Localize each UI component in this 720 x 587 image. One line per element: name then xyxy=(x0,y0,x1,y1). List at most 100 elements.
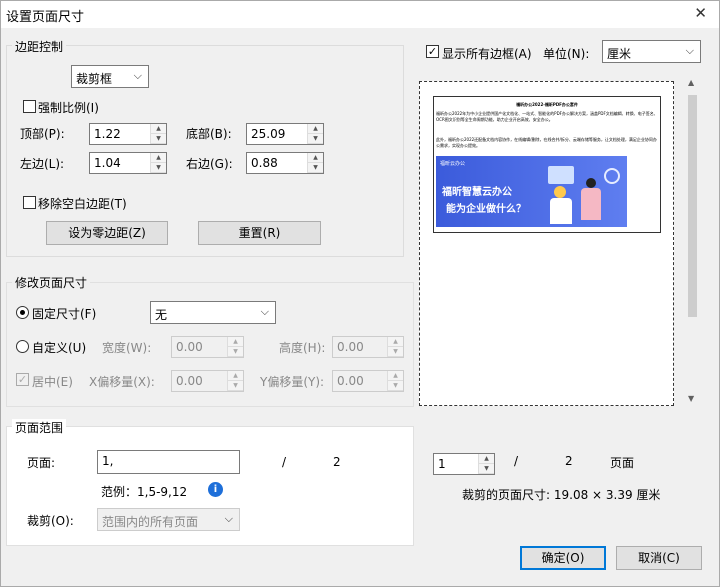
top-margin-input[interactable]: 1.22 ▲ ▼ xyxy=(89,123,167,145)
zero-margin-button[interactable]: 设为零边距(Z) xyxy=(46,221,168,245)
radio-dot xyxy=(20,310,25,315)
spin-arrows[interactable]: ▲ ▼ xyxy=(150,153,166,173)
width-value: 0.00 xyxy=(176,340,203,354)
scroll-thumb[interactable] xyxy=(688,95,697,317)
remove-blank-checkbox[interactable] xyxy=(23,196,36,209)
spin-arrows[interactable]: ▲ ▼ xyxy=(387,337,403,357)
top-value: 1.22 xyxy=(94,127,121,141)
spin-arrows[interactable]: ▲ ▼ xyxy=(227,337,243,357)
page-range-group-label: 页面范围 xyxy=(12,419,67,436)
chevron-down-icon: ⌵ xyxy=(133,69,142,82)
spin-arrows[interactable]: ▲ ▼ xyxy=(307,124,323,144)
person-body-icon xyxy=(550,198,572,224)
chevron-down-icon: ⌵ xyxy=(224,512,233,525)
range-slash: / xyxy=(282,455,287,469)
preview-para-1: 福昕办公2022年为中小企业提供国产化文档化、一站式、智能化的PDF办公解决方案… xyxy=(436,111,658,122)
right-value: 0.88 xyxy=(251,156,278,170)
footer-total: 2 xyxy=(565,454,573,468)
spin-arrows[interactable]: ▲ ▼ xyxy=(387,371,403,391)
close-icon[interactable]: ✕ xyxy=(694,4,707,22)
person-body-icon xyxy=(581,188,601,220)
y-offset-label: Y偏移量(Y): xyxy=(260,375,325,389)
scroll-down-icon[interactable]: ▼ xyxy=(688,394,694,403)
y-offset-input[interactable]: 0.00 ▲ ▼ xyxy=(332,370,404,392)
custom-size-radio[interactable] xyxy=(16,340,29,353)
fixed-size-label: 固定尺寸(F) xyxy=(32,307,97,321)
pages-input[interactable]: 1, xyxy=(97,450,240,474)
show-all-borders-label: 显示所有边框(A) xyxy=(442,47,532,61)
preview-page: 福昕办公2022-福昕PDF办公套件 福昕办公2022年为中小企业提供国产化文档… xyxy=(433,96,661,233)
box-type-value: 裁剪框 xyxy=(76,72,113,86)
center-checkbox[interactable]: ✓ xyxy=(16,373,29,386)
banner-card-icon xyxy=(548,166,574,184)
width-input[interactable]: 0.00 ▲ ▼ xyxy=(171,336,244,358)
preview-banner: 福昕云办公 福昕智慧云办公 能为企业做什么？ xyxy=(436,156,627,227)
window-title: 设置页面尺寸 xyxy=(6,10,85,25)
unit-label: 单位(N): xyxy=(543,47,590,61)
top-label: 顶部(P): xyxy=(20,127,65,141)
bottom-margin-input[interactable]: 25.09 ▲ ▼ xyxy=(246,123,324,145)
pages-value: 1, xyxy=(102,454,114,468)
right-label: 右边(G): xyxy=(186,157,233,171)
chevron-down-icon: ⌵ xyxy=(685,44,694,57)
fixed-size-value: 无 xyxy=(155,308,168,322)
info-icon[interactable]: i xyxy=(208,482,223,497)
spin-arrows[interactable]: ▲ ▼ xyxy=(478,454,494,474)
right-margin-input[interactable]: 0.88 ▲ ▼ xyxy=(246,152,324,174)
preview-scrollbar[interactable]: ▲ ▼ xyxy=(684,75,701,408)
crop-select[interactable]: 范围内的所有页面 ⌵ xyxy=(97,508,240,531)
left-value: 1.04 xyxy=(94,156,121,170)
show-all-borders-checkbox[interactable]: ✓ xyxy=(426,45,439,58)
footer-page-word: 页面 xyxy=(610,456,635,470)
bottom-label: 底部(B): xyxy=(186,127,232,141)
margin-group-label: 边距控制 xyxy=(12,38,67,55)
preview-heading: 福昕办公2022-福昕PDF办公套件 xyxy=(516,102,578,107)
footer-slash: / xyxy=(514,454,519,468)
ring-icon xyxy=(604,168,620,184)
person-head-icon xyxy=(586,178,596,188)
person-head-icon xyxy=(554,186,566,198)
pages-label: 页面: xyxy=(27,456,56,470)
preview-para-2: 此外，福昕办公2022还配备文档内容协作，在线编辑/删除，在线合并/拆分、云端存… xyxy=(436,137,657,148)
box-type-select[interactable]: 裁剪框 ⌵ xyxy=(71,65,149,88)
ok-button[interactable]: 确定(O) xyxy=(520,546,606,570)
fixed-size-radio[interactable] xyxy=(16,306,29,319)
page-size-dialog: 设置页面尺寸 ✕ 边距控制 裁剪框 ⌵ 强制比例(I) 顶部(P): 1.22 … xyxy=(0,0,720,587)
page-preview[interactable]: 福昕办公2022-福昕PDF办公套件 福昕办公2022年为中小企业提供国产化文档… xyxy=(419,81,674,406)
y-offset-value: 0.00 xyxy=(337,374,364,388)
left-label: 左边(L): xyxy=(20,157,65,171)
title-bar: 设置页面尺寸 ✕ xyxy=(1,1,719,28)
width-label: 宽度(W): xyxy=(102,341,152,355)
unit-select[interactable]: 厘米 ⌵ xyxy=(602,40,701,63)
remove-blank-label: 移除空白边距(T) xyxy=(38,197,127,211)
crop-label: 裁剪(O): xyxy=(27,514,74,528)
unit-value: 厘米 xyxy=(607,47,632,61)
fixed-size-select[interactable]: 无 ⌵ xyxy=(150,301,276,324)
cancel-button[interactable]: 取消(C) xyxy=(616,546,702,570)
height-label: 高度(H): xyxy=(279,341,326,355)
page-size-group-label: 修改页面尺寸 xyxy=(12,274,91,291)
center-label: 居中(E) xyxy=(32,375,73,389)
range-total: 2 xyxy=(333,455,341,469)
reset-button[interactable]: 重置(R) xyxy=(198,221,321,245)
crop-value: 范围内的所有页面 xyxy=(102,515,199,529)
x-offset-input[interactable]: 0.00 ▲ ▼ xyxy=(171,370,244,392)
crop-size-readout: 裁剪的页面尺寸: 19.08 × 3.39 厘米 xyxy=(462,488,661,502)
spin-arrows[interactable]: ▲ ▼ xyxy=(227,371,243,391)
preview-page-input[interactable]: 1 ▲ ▼ xyxy=(433,453,495,475)
spin-arrows[interactable]: ▲ ▼ xyxy=(307,153,323,173)
force-ratio-label: 强制比例(I) xyxy=(38,101,99,115)
custom-size-label: 自定义(U) xyxy=(32,341,87,355)
scroll-up-icon[interactable]: ▲ xyxy=(688,78,694,87)
banner-brand: 福昕云办公 xyxy=(440,161,466,167)
range-example: 范例：1,5-9,12 xyxy=(101,485,188,499)
banner-line-1: 福昕智慧云办公 xyxy=(442,187,512,198)
x-offset-value: 0.00 xyxy=(176,374,203,388)
left-margin-input[interactable]: 1.04 ▲ ▼ xyxy=(89,152,167,174)
chevron-down-icon: ⌵ xyxy=(260,305,269,318)
bottom-value: 25.09 xyxy=(251,127,286,141)
spin-arrows[interactable]: ▲ ▼ xyxy=(150,124,166,144)
banner-line-2: 能为企业做什么？ xyxy=(446,204,526,215)
force-ratio-checkbox[interactable] xyxy=(23,100,36,113)
height-input[interactable]: 0.00 ▲ ▼ xyxy=(332,336,404,358)
